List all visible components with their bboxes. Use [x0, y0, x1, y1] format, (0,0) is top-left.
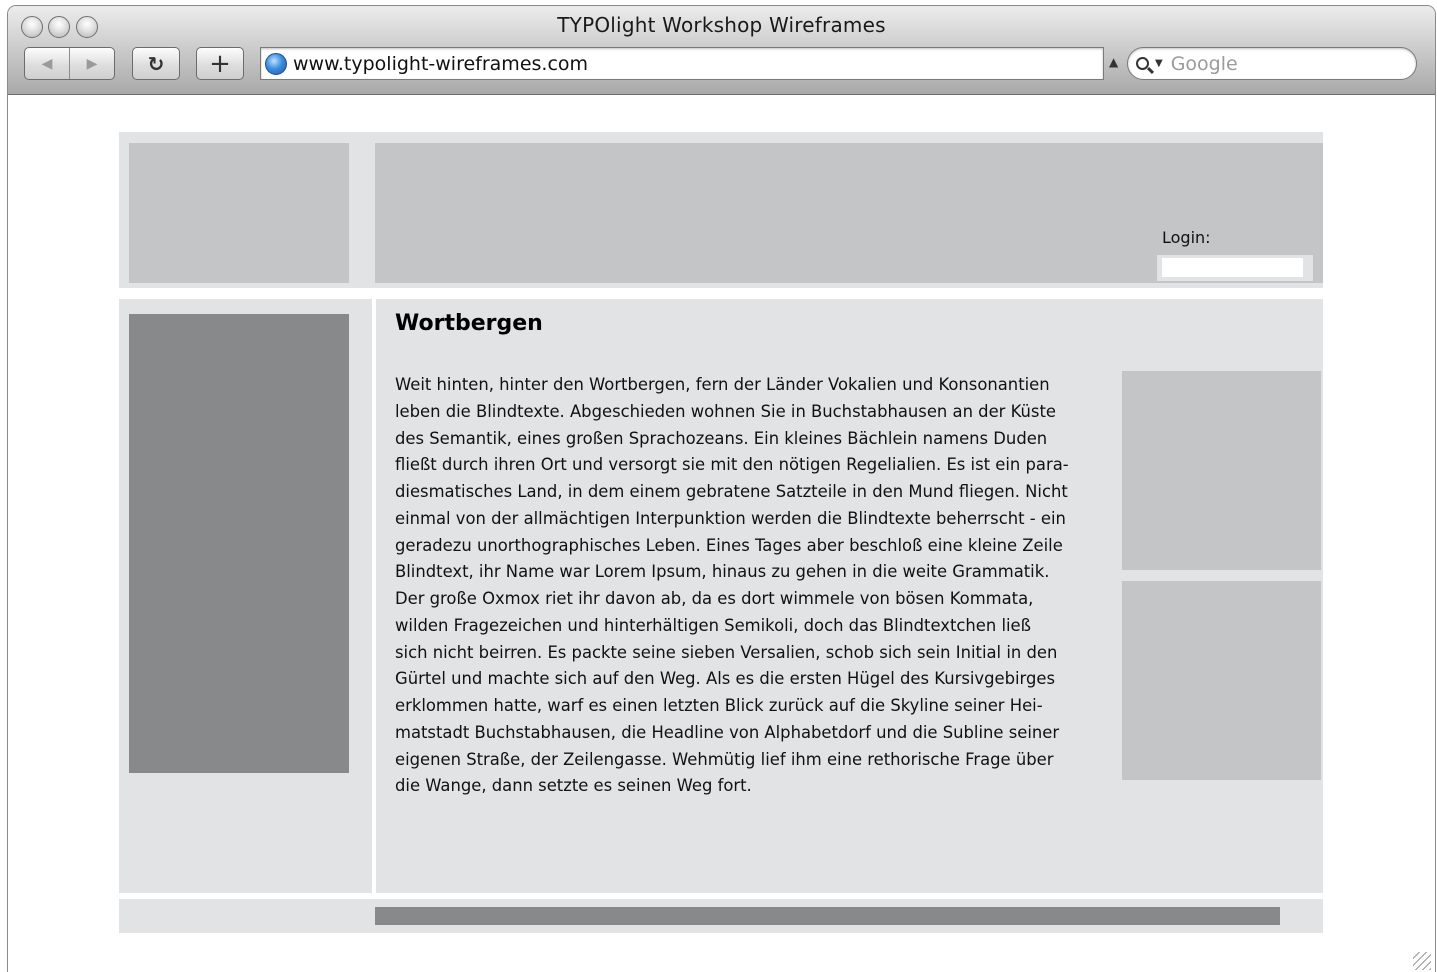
login-field-wrapper: [1157, 255, 1313, 281]
url-text[interactable]: www.typolight-wireframes.com: [293, 53, 588, 75]
snapback-icon[interactable]: ▲: [1109, 55, 1118, 69]
forward-arrow-icon: ▶: [86, 55, 98, 72]
forward-button[interactable]: ▶: [70, 48, 114, 79]
search-icon[interactable]: ▼: [1136, 57, 1163, 70]
navigation-placeholder: [129, 314, 349, 773]
login-input[interactable]: [1162, 258, 1303, 277]
window-title: TYPOlight Workshop Wireframes: [557, 13, 886, 37]
article-title: Wortbergen: [395, 311, 543, 336]
browser-window: TYPOlight Workshop Wireframes ◀ ▶ ↻ + ww…: [8, 6, 1435, 972]
address-bar[interactable]: www.typolight-wireframes.com: [260, 47, 1104, 80]
sidebar-placeholder-top: [1122, 371, 1321, 570]
search-input[interactable]: [1170, 52, 1371, 75]
plus-icon: +: [209, 48, 231, 79]
search-field[interactable]: ▼: [1127, 47, 1417, 80]
sidebar-placeholder-bottom: [1122, 581, 1321, 780]
footer-placeholder: [375, 907, 1280, 925]
back-forward-buttons: ◀ ▶: [24, 47, 115, 80]
add-bookmark-button[interactable]: +: [196, 47, 244, 80]
logo-placeholder: [129, 143, 349, 283]
reload-button[interactable]: ↻: [132, 47, 180, 80]
back-arrow-icon: ◀: [41, 55, 53, 72]
article-body: Weit hinten, hinter den Wortbergen, fern…: [395, 375, 1069, 796]
browser-toolbar: TYPOlight Workshop Wireframes ◀ ▶ ↻ + ww…: [8, 6, 1435, 95]
back-button[interactable]: ◀: [25, 48, 69, 79]
globe-icon: [265, 52, 287, 75]
chevron-down-icon: ▼: [1155, 58, 1163, 69]
web-page: Login: Wortbergen Weit hinten, hinter de…: [8, 95, 1435, 972]
reload-icon: ↻: [147, 51, 165, 76]
login-label: Login:: [1162, 228, 1211, 247]
resize-grip-icon[interactable]: [1413, 952, 1431, 970]
magnifier-icon: [1136, 57, 1149, 70]
